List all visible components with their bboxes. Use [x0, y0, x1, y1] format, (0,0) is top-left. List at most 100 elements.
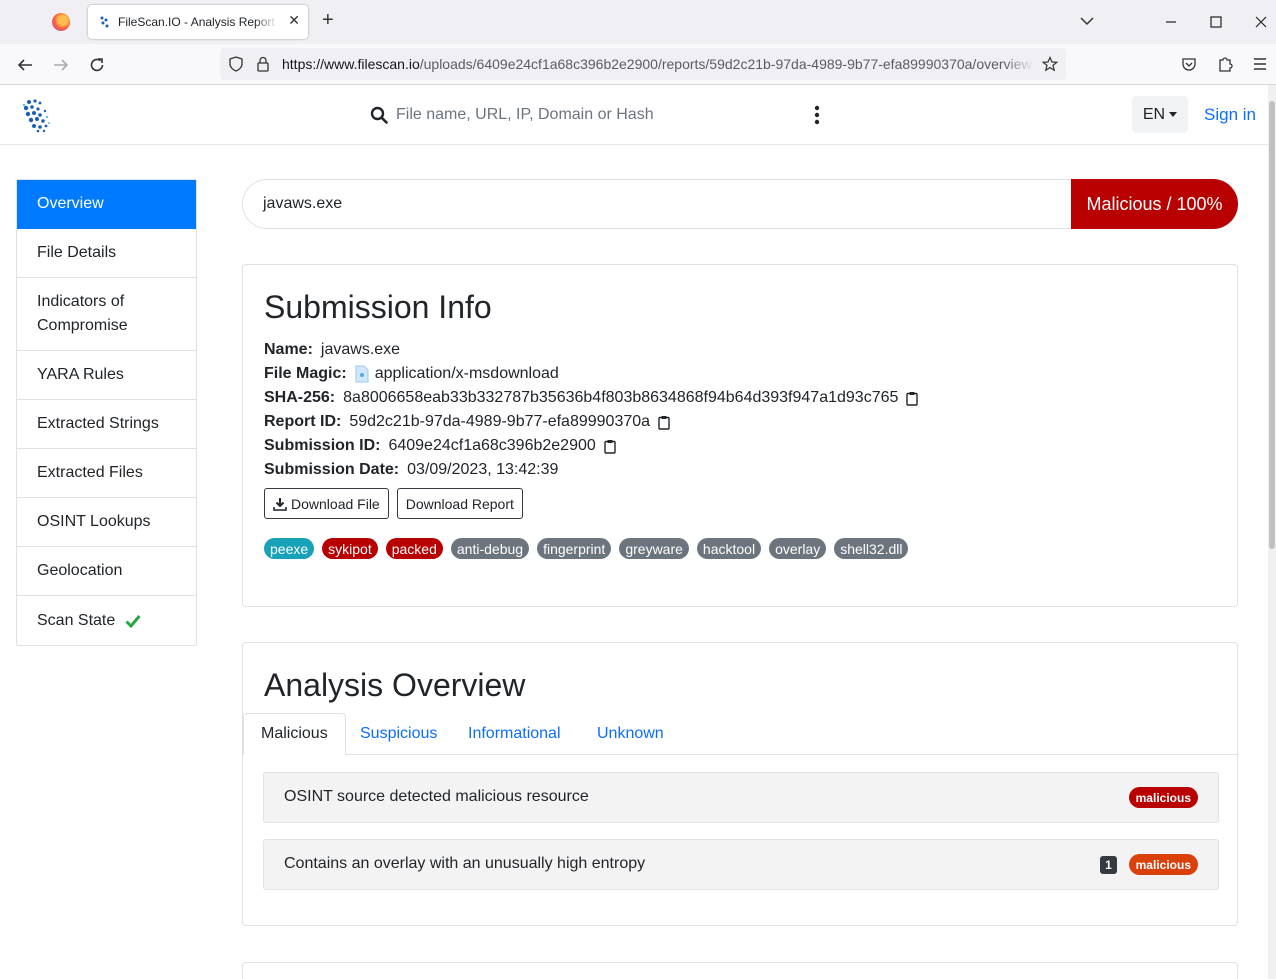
executable-file-icon: [355, 365, 369, 383]
tab-unknown[interactable]: Unknown: [580, 713, 681, 755]
sign-in-link[interactable]: Sign in: [1204, 105, 1256, 125]
sidebar-item-scan-state[interactable]: Scan State: [17, 596, 196, 645]
download-file-button[interactable]: Download File: [264, 488, 389, 519]
tag-badge[interactable]: hacktool: [696, 538, 762, 559]
tag-badge[interactable]: packed: [385, 538, 443, 559]
tag-badge[interactable]: greyware: [619, 538, 689, 559]
lock-icon[interactable]: [256, 56, 270, 72]
caret-down-icon: [1169, 112, 1178, 117]
tab-informational[interactable]: Informational: [451, 713, 578, 755]
submission-id-label: Submission ID:: [264, 437, 381, 454]
firefox-icon[interactable]: [52, 13, 70, 31]
tag-badge[interactable]: shell32.dll: [834, 538, 909, 559]
sidebar-item-osint-lookups[interactable]: OSINT Lookups: [17, 498, 196, 547]
report-sidebar-nav: Overview File Details Indicators of Comp…: [16, 179, 197, 646]
sidebar-item-geolocation[interactable]: Geolocation: [17, 547, 196, 596]
tag-list: peexe sykipot packed anti-debug fingerpr…: [264, 538, 909, 559]
report-id-label: Report ID:: [264, 413, 342, 430]
download-buttons: Download File Download Report: [264, 488, 523, 519]
more-options-icon[interactable]: [810, 103, 824, 127]
filescan-logo-icon[interactable]: [20, 97, 52, 133]
list-tabs-chevron-icon[interactable]: [1078, 12, 1096, 30]
submission-date-value: 03/09/2023, 13:42:39: [407, 461, 559, 478]
sidebar-item-label: Extracted Files: [37, 464, 143, 481]
tag-badge[interactable]: peexe: [264, 538, 315, 559]
language-dropdown[interactable]: EN: [1132, 96, 1188, 133]
menu-hamburger-icon[interactable]: [1253, 57, 1267, 71]
extensions-icon[interactable]: [1217, 55, 1233, 73]
sidebar-item-yara-rules[interactable]: YARA Rules: [17, 351, 196, 400]
copy-clipboard-icon[interactable]: [906, 391, 919, 406]
submission-date-label: Submission Date:: [264, 461, 400, 478]
tag-badge[interactable]: overlay: [769, 538, 827, 559]
window-close-icon[interactable]: [1246, 8, 1276, 36]
analysis-result-row[interactable]: OSINT source detected malicious resource…: [263, 772, 1219, 823]
back-arrow-icon[interactable]: [14, 54, 36, 76]
download-report-button[interactable]: Download Report: [396, 488, 523, 519]
verdict-badge: Malicious / 100%: [1071, 179, 1238, 229]
maximize-icon[interactable]: [1201, 8, 1231, 36]
tag-badge[interactable]: anti-debug: [450, 538, 530, 559]
tab-close-icon[interactable]: ✕: [288, 12, 300, 29]
address-bar[interactable]: https://www.filescan.io/uploads/6409e24c…: [220, 48, 1066, 80]
url-domain: https://www.filescan.io: [282, 56, 420, 72]
sidebar-item-extracted-strings[interactable]: Extracted Strings: [17, 400, 196, 449]
browser-tab-bar: FileScan.IO - Analysis Report for javaws…: [0, 0, 1276, 44]
file-name: javaws.exe: [263, 195, 343, 212]
filescan-favicon-icon: [100, 16, 109, 28]
file-magic-value: application/x-msdownload: [374, 365, 559, 382]
checkmark-icon: [125, 614, 141, 628]
browser-tab[interactable]: FileScan.IO - Analysis Report for javaws…: [88, 5, 308, 39]
site-header: EN Sign in: [0, 85, 1268, 145]
submission-info-title: Submission Info: [264, 289, 492, 325]
download-file-label: Download File: [291, 495, 380, 512]
sidebar-item-label: Extracted Strings: [37, 415, 159, 432]
sidebar-item-label: Scan State: [37, 611, 116, 629]
submission-id-value: 6409e24cf1a68c396b2e2900: [388, 437, 596, 454]
tag-badge[interactable]: sykipot: [322, 538, 378, 559]
web-page: EN Sign in Overview File Details Indicat…: [0, 85, 1268, 979]
sha256-label: SHA-256:: [264, 389, 336, 406]
sidebar-item-label: Overview: [37, 195, 104, 212]
sidebar-item-extracted-files[interactable]: Extracted Files: [17, 449, 196, 498]
url-text[interactable]: https://www.filescan.io/uploads/6409e24c…: [282, 56, 1034, 72]
name-label: Name:: [264, 341, 313, 358]
forward-arrow-icon[interactable]: [50, 54, 72, 76]
sidebar-item-label: File Details: [37, 244, 117, 261]
sha256-value: 8a8006658eab33b332787b35636b4f803b863486…: [343, 389, 899, 406]
search-input[interactable]: [396, 101, 786, 129]
sidebar-item-iocs[interactable]: Indicators of Compromise: [17, 278, 196, 351]
sha256-row: SHA-256: 8a8006658eab33b332787b35636b4f8…: [264, 386, 919, 410]
sidebar-item-label: YARA Rules: [37, 366, 124, 383]
sidebar-item-file-details[interactable]: File Details: [17, 229, 196, 278]
reload-icon[interactable]: [86, 54, 108, 76]
copy-clipboard-icon[interactable]: [658, 415, 670, 430]
name-value: javaws.exe: [320, 341, 401, 358]
next-section-card: [242, 962, 1238, 979]
search-icon[interactable]: [370, 106, 388, 124]
submission-date-row: Submission Date: 03/09/2023, 13:42:39: [264, 458, 918, 482]
verdict-tabs: Malicious Suspicious Informational Unkno…: [243, 713, 1237, 755]
new-tab-icon[interactable]: +: [322, 9, 334, 32]
result-count-badge: 1: [1100, 856, 1117, 874]
analysis-overview-title: Analysis Overview: [264, 667, 526, 703]
file-magic-label: File Magic:: [264, 365, 347, 382]
scrollbar-thumb[interactable]: [1269, 101, 1275, 549]
bookmark-star-icon[interactable]: [1042, 56, 1058, 72]
file-magic-row: File Magic: application/x-msdownload: [264, 362, 918, 386]
minimize-icon[interactable]: [1156, 8, 1186, 36]
url-path: /uploads/6409e24cf1a68c396b2e2900/report…: [419, 56, 1032, 72]
pocket-icon[interactable]: [1181, 56, 1197, 72]
browser-nav-bar: https://www.filescan.io/uploads/6409e24c…: [0, 44, 1276, 85]
copy-clipboard-icon[interactable]: [604, 439, 616, 454]
download-report-label: Download Report: [405, 495, 514, 512]
sidebar-item-overview[interactable]: Overview: [17, 180, 196, 229]
report-id-row: Report ID: 59d2c21b-97da-4989-9b77-efa89…: [264, 410, 918, 434]
submission-id-row: Submission ID: 6409e24cf1a68c396b2e2900: [264, 434, 918, 458]
tag-badge[interactable]: fingerprint: [537, 538, 612, 559]
tab-suspicious[interactable]: Suspicious: [343, 713, 454, 755]
shield-icon[interactable]: [228, 56, 244, 72]
tab-malicious[interactable]: Malicious: [243, 713, 346, 755]
page-scrollbar[interactable]: [1268, 85, 1276, 979]
analysis-result-row[interactable]: Contains an overlay with an unusually hi…: [263, 839, 1219, 890]
